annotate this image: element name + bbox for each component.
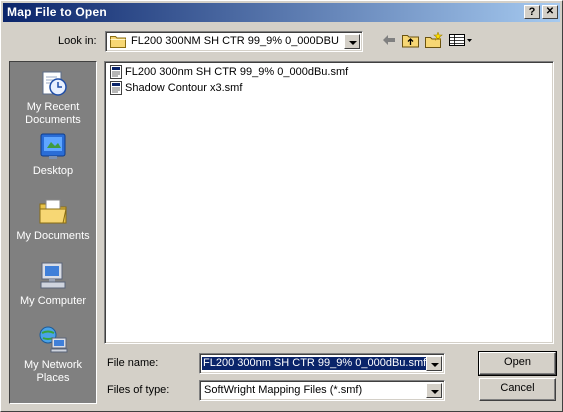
place-label: My Recent Documents: [25, 101, 81, 126]
place-label: Desktop: [32, 165, 74, 177]
file-list[interactable]: FL200 300nm SH CTR 99_9% 0_000dBu.smf Sh…: [104, 61, 554, 344]
place-my-documents[interactable]: My Documents: [10, 195, 96, 243]
place-label: My Computer: [19, 295, 87, 307]
place-my-computer[interactable]: My Computer: [10, 260, 96, 308]
view-menu-icon[interactable]: [449, 32, 473, 48]
place-label: My Documents: [16, 230, 90, 242]
file-type-dropdown-arrow[interactable]: [426, 383, 442, 398]
desktop-icon: [40, 133, 66, 159]
place-desktop[interactable]: Desktop: [10, 130, 96, 178]
look-in-value: FL200 300NM SH CTR 99_9% 0_000DBU: [131, 35, 339, 47]
window-title: Map File to Open: [7, 5, 107, 19]
file-type-select[interactable]: SoftWright Mapping Files (*.smf): [199, 380, 445, 401]
look-in-combo[interactable]: FL200 300NM SH CTR 99_9% 0_000DBU: [105, 31, 363, 52]
close-button[interactable]: ✕: [542, 5, 558, 19]
back-arrow-icon[interactable]: [381, 32, 397, 48]
file-name-input[interactable]: FL200 300nm SH CTR 99_9% 0_000dBu.smf: [202, 357, 428, 370]
file-item[interactable]: FL200 300nm SH CTR 99_9% 0_000dBu.smf: [109, 64, 348, 80]
place-my-network-places[interactable]: My Network Places: [10, 324, 96, 385]
title-bar[interactable]: Map File to Open ? ✕: [3, 3, 560, 22]
map-file-icon: [110, 65, 122, 80]
file-name-label: File name:: [107, 357, 159, 369]
my-computer-icon: [40, 262, 66, 289]
place-my-recent-documents[interactable]: My Recent Documents: [10, 66, 96, 127]
file-name-dropdown-arrow[interactable]: [426, 356, 442, 371]
recent-documents-icon: [42, 71, 67, 96]
file-name: FL200 300nm SH CTR 99_9% 0_000dBu.smf: [125, 66, 349, 78]
file-name: Shadow Contour x3.smf: [125, 82, 243, 94]
file-type-label: Files of type:: [107, 384, 170, 396]
places-bar: My Recent Documents Desktop My Documents: [9, 61, 97, 404]
cancel-button[interactable]: Cancel: [479, 378, 556, 401]
network-places-icon: [39, 326, 68, 353]
map-file-dialog: Map File to Open ? ✕ Look in: FL200 300N…: [0, 0, 563, 412]
map-file-icon: [110, 81, 122, 96]
open-button[interactable]: Open: [478, 351, 557, 376]
folder-icon: [110, 36, 126, 48]
file-name-combo[interactable]: FL200 300nm SH CTR 99_9% 0_000dBu.smf: [199, 353, 445, 374]
look-in-label: Look in:: [58, 35, 97, 47]
file-type-value: SoftWright Mapping Files (*.smf): [204, 384, 363, 396]
place-label: My Network Places: [23, 359, 83, 384]
help-button[interactable]: ?: [524, 5, 540, 19]
look-in-dropdown-arrow[interactable]: [344, 34, 360, 49]
up-folder-icon[interactable]: [402, 32, 419, 48]
file-item[interactable]: Shadow Contour x3.smf: [109, 80, 242, 96]
new-folder-icon[interactable]: [425, 32, 443, 48]
my-documents-icon: [39, 199, 67, 224]
